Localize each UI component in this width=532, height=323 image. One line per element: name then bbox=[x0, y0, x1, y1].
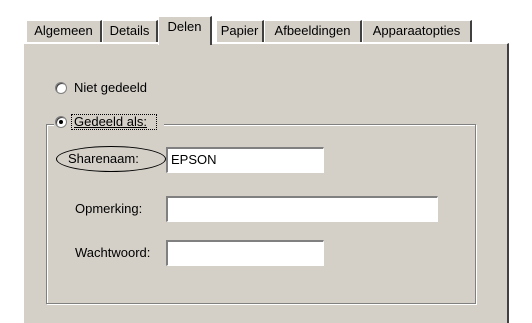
not-shared-radio[interactable] bbox=[55, 82, 67, 94]
tab-details[interactable]: Details bbox=[102, 20, 158, 42]
share-name-input[interactable]: EPSON bbox=[166, 147, 324, 173]
tab-papier[interactable]: Papier bbox=[216, 20, 264, 42]
tab-apparaatopties[interactable]: Apparaatopties bbox=[362, 20, 472, 42]
tab-delen-label: Delen bbox=[167, 19, 202, 34]
shared-as-radio[interactable] bbox=[55, 116, 67, 128]
tab-afbeeldingen[interactable]: Afbeeldingen bbox=[264, 20, 362, 42]
password-input[interactable] bbox=[166, 240, 324, 266]
tab-delen[interactable]: Delen bbox=[158, 16, 212, 45]
not-shared-label[interactable]: Niet gedeeld bbox=[74, 80, 147, 96]
tab-afbeeldingen-label: Afbeeldingen bbox=[274, 23, 351, 38]
tab-algemeen-label: Algemeen bbox=[34, 23, 93, 38]
tab-algemeen[interactable]: Algemeen bbox=[26, 20, 102, 42]
comment-input[interactable] bbox=[166, 196, 438, 222]
password-label: Wachtwoord: bbox=[75, 245, 151, 260]
radio-selected-dot bbox=[59, 120, 63, 124]
printer-properties-dialog: Algemeen Details Delen Papier Afbeelding… bbox=[0, 0, 532, 323]
tab-apparaatopties-label: Apparaatopties bbox=[372, 23, 461, 38]
sharing-panel: Niet gedeeld Gedeeld als: Sharenaam: EPS… bbox=[23, 43, 509, 323]
tab-details-label: Details bbox=[109, 23, 150, 38]
shared-as-label[interactable]: Gedeeld als: bbox=[74, 114, 147, 130]
tab-papier-label: Papier bbox=[220, 23, 259, 38]
comment-label: Opmerking: bbox=[75, 201, 143, 216]
share-name-label: Sharenaam: bbox=[68, 151, 139, 166]
